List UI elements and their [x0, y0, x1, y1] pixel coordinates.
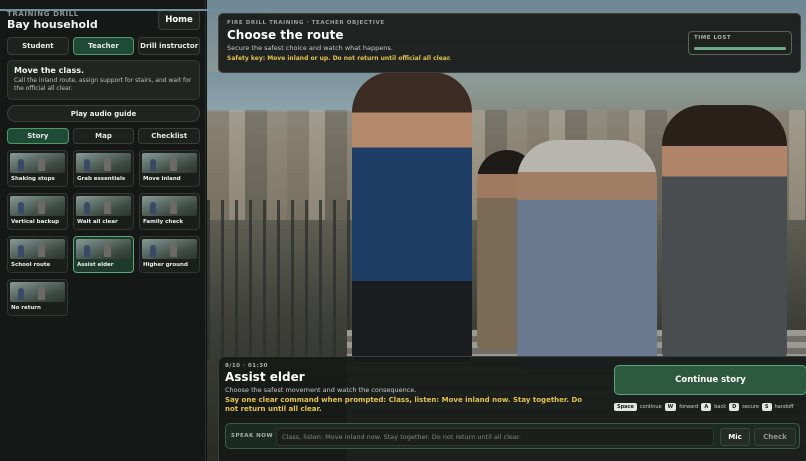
- play-audio-guide-button[interactable]: Play audio guide: [7, 105, 200, 122]
- key-space: Space: [614, 403, 637, 411]
- speak-input[interactable]: [276, 428, 714, 446]
- objective-eyebrow: FIRE DRILL TRAINING · TEACHER OBJECTIVE: [227, 20, 385, 26]
- scene-label: Move inland: [143, 176, 181, 182]
- scene-thumbnail: [10, 153, 65, 173]
- scene-label: Vertical backup: [11, 219, 60, 225]
- key-d: D: [729, 403, 740, 411]
- key-d-label: secure: [742, 404, 759, 410]
- speak-row: SPEAK NOW Mic Check: [225, 423, 800, 449]
- scene-label: Family check: [143, 219, 183, 225]
- scene-label: Shaking stops: [11, 176, 55, 182]
- sidebar: TRAINING DRILL Bay household Home Studen…: [0, 0, 206, 461]
- scene-thumbnail: [10, 282, 65, 302]
- view-tabs: Story Map Checklist: [7, 128, 201, 144]
- scene-thumbnail: [76, 239, 131, 259]
- scene-card[interactable]: Shaking stops: [7, 150, 68, 187]
- tab-checklist[interactable]: Checklist: [138, 128, 201, 144]
- time-lost-label: TIME LOST: [694, 35, 732, 41]
- scene-card[interactable]: Move inland: [139, 150, 200, 187]
- drill-eyebrow: TRAINING DRILL: [7, 10, 79, 18]
- woman-figure: [662, 105, 787, 360]
- time-lost-bar: [694, 47, 786, 50]
- role-selector: Student Teacher Drill instructor: [7, 37, 201, 55]
- scene-thumbnail: [142, 239, 197, 259]
- scene-thumbnail: [142, 196, 197, 216]
- scene-card[interactable]: Vertical backup: [7, 193, 68, 230]
- objective-panel: FIRE DRILL TRAINING · TEACHER OBJECTIVE …: [218, 13, 801, 73]
- man-figure: [352, 72, 472, 362]
- check-button[interactable]: Check: [754, 428, 796, 446]
- scene-thumbnail: [142, 153, 197, 173]
- step-panel: 8/10 · 01:30 Assist elder Choose the saf…: [218, 356, 806, 461]
- scene-card-active[interactable]: Assist elder: [73, 236, 134, 273]
- mic-button[interactable]: Mic: [720, 428, 750, 446]
- brief-text: Call the inland route, assign support fo…: [14, 77, 192, 93]
- home-button[interactable]: Home: [158, 10, 200, 30]
- key-w: W: [664, 403, 677, 411]
- role-drill-instructor[interactable]: Drill instructor: [138, 37, 201, 55]
- tab-map[interactable]: Map: [72, 128, 135, 144]
- role-teacher[interactable]: Teacher: [72, 37, 135, 55]
- scene-card[interactable]: School route: [7, 236, 68, 273]
- role-brief: Move the class. Call the inland route, a…: [7, 60, 200, 100]
- elder-woman-figure: [517, 140, 657, 370]
- scene-card[interactable]: No return: [7, 279, 68, 316]
- time-lost-meter: TIME LOST: [688, 31, 792, 55]
- scene-label: No return: [11, 305, 41, 311]
- scenario-title: Bay household: [7, 18, 98, 31]
- key-s-label: handoff: [774, 404, 794, 410]
- scene-card[interactable]: Grab essentials: [73, 150, 134, 187]
- scene-thumbnail: [76, 196, 131, 216]
- scene-card[interactable]: Higher ground: [139, 236, 200, 273]
- scene-label: Assist elder: [77, 262, 114, 268]
- key-a: A: [701, 403, 712, 411]
- brief-title: Move the class.: [14, 66, 85, 75]
- step-command: Say one clear command when prompted: Cla…: [225, 396, 583, 414]
- scene-card[interactable]: Wait all clear: [73, 193, 134, 230]
- scene-thumbnail: [10, 196, 65, 216]
- story-progress-line: [0, 9, 270, 11]
- scene-label: Grab essentials: [77, 176, 126, 182]
- scene-label: Wait all clear: [77, 219, 118, 225]
- key-a-label: back: [714, 404, 727, 410]
- scene-grid: Shaking stops Grab essentials Move inlan…: [7, 150, 200, 316]
- scene-label: School route: [11, 262, 51, 268]
- scene-thumbnail: [10, 239, 65, 259]
- keyboard-shortcuts: Space continue W forward A back D secure…: [614, 401, 806, 413]
- safety-key: Safety key: Move inland or up. Do not re…: [227, 55, 452, 62]
- scene-label: Higher ground: [143, 262, 188, 268]
- scene-thumbnail: [76, 153, 131, 173]
- key-s: S: [761, 403, 772, 411]
- key-space-label: continue: [639, 404, 662, 410]
- continue-story-button[interactable]: Continue story: [614, 365, 806, 395]
- role-student[interactable]: Student: [7, 37, 69, 55]
- tab-story[interactable]: Story: [7, 128, 69, 144]
- speak-now-label: SPEAK NOW: [231, 433, 274, 439]
- scene-card[interactable]: Family check: [139, 193, 200, 230]
- key-w-label: forward: [679, 404, 699, 410]
